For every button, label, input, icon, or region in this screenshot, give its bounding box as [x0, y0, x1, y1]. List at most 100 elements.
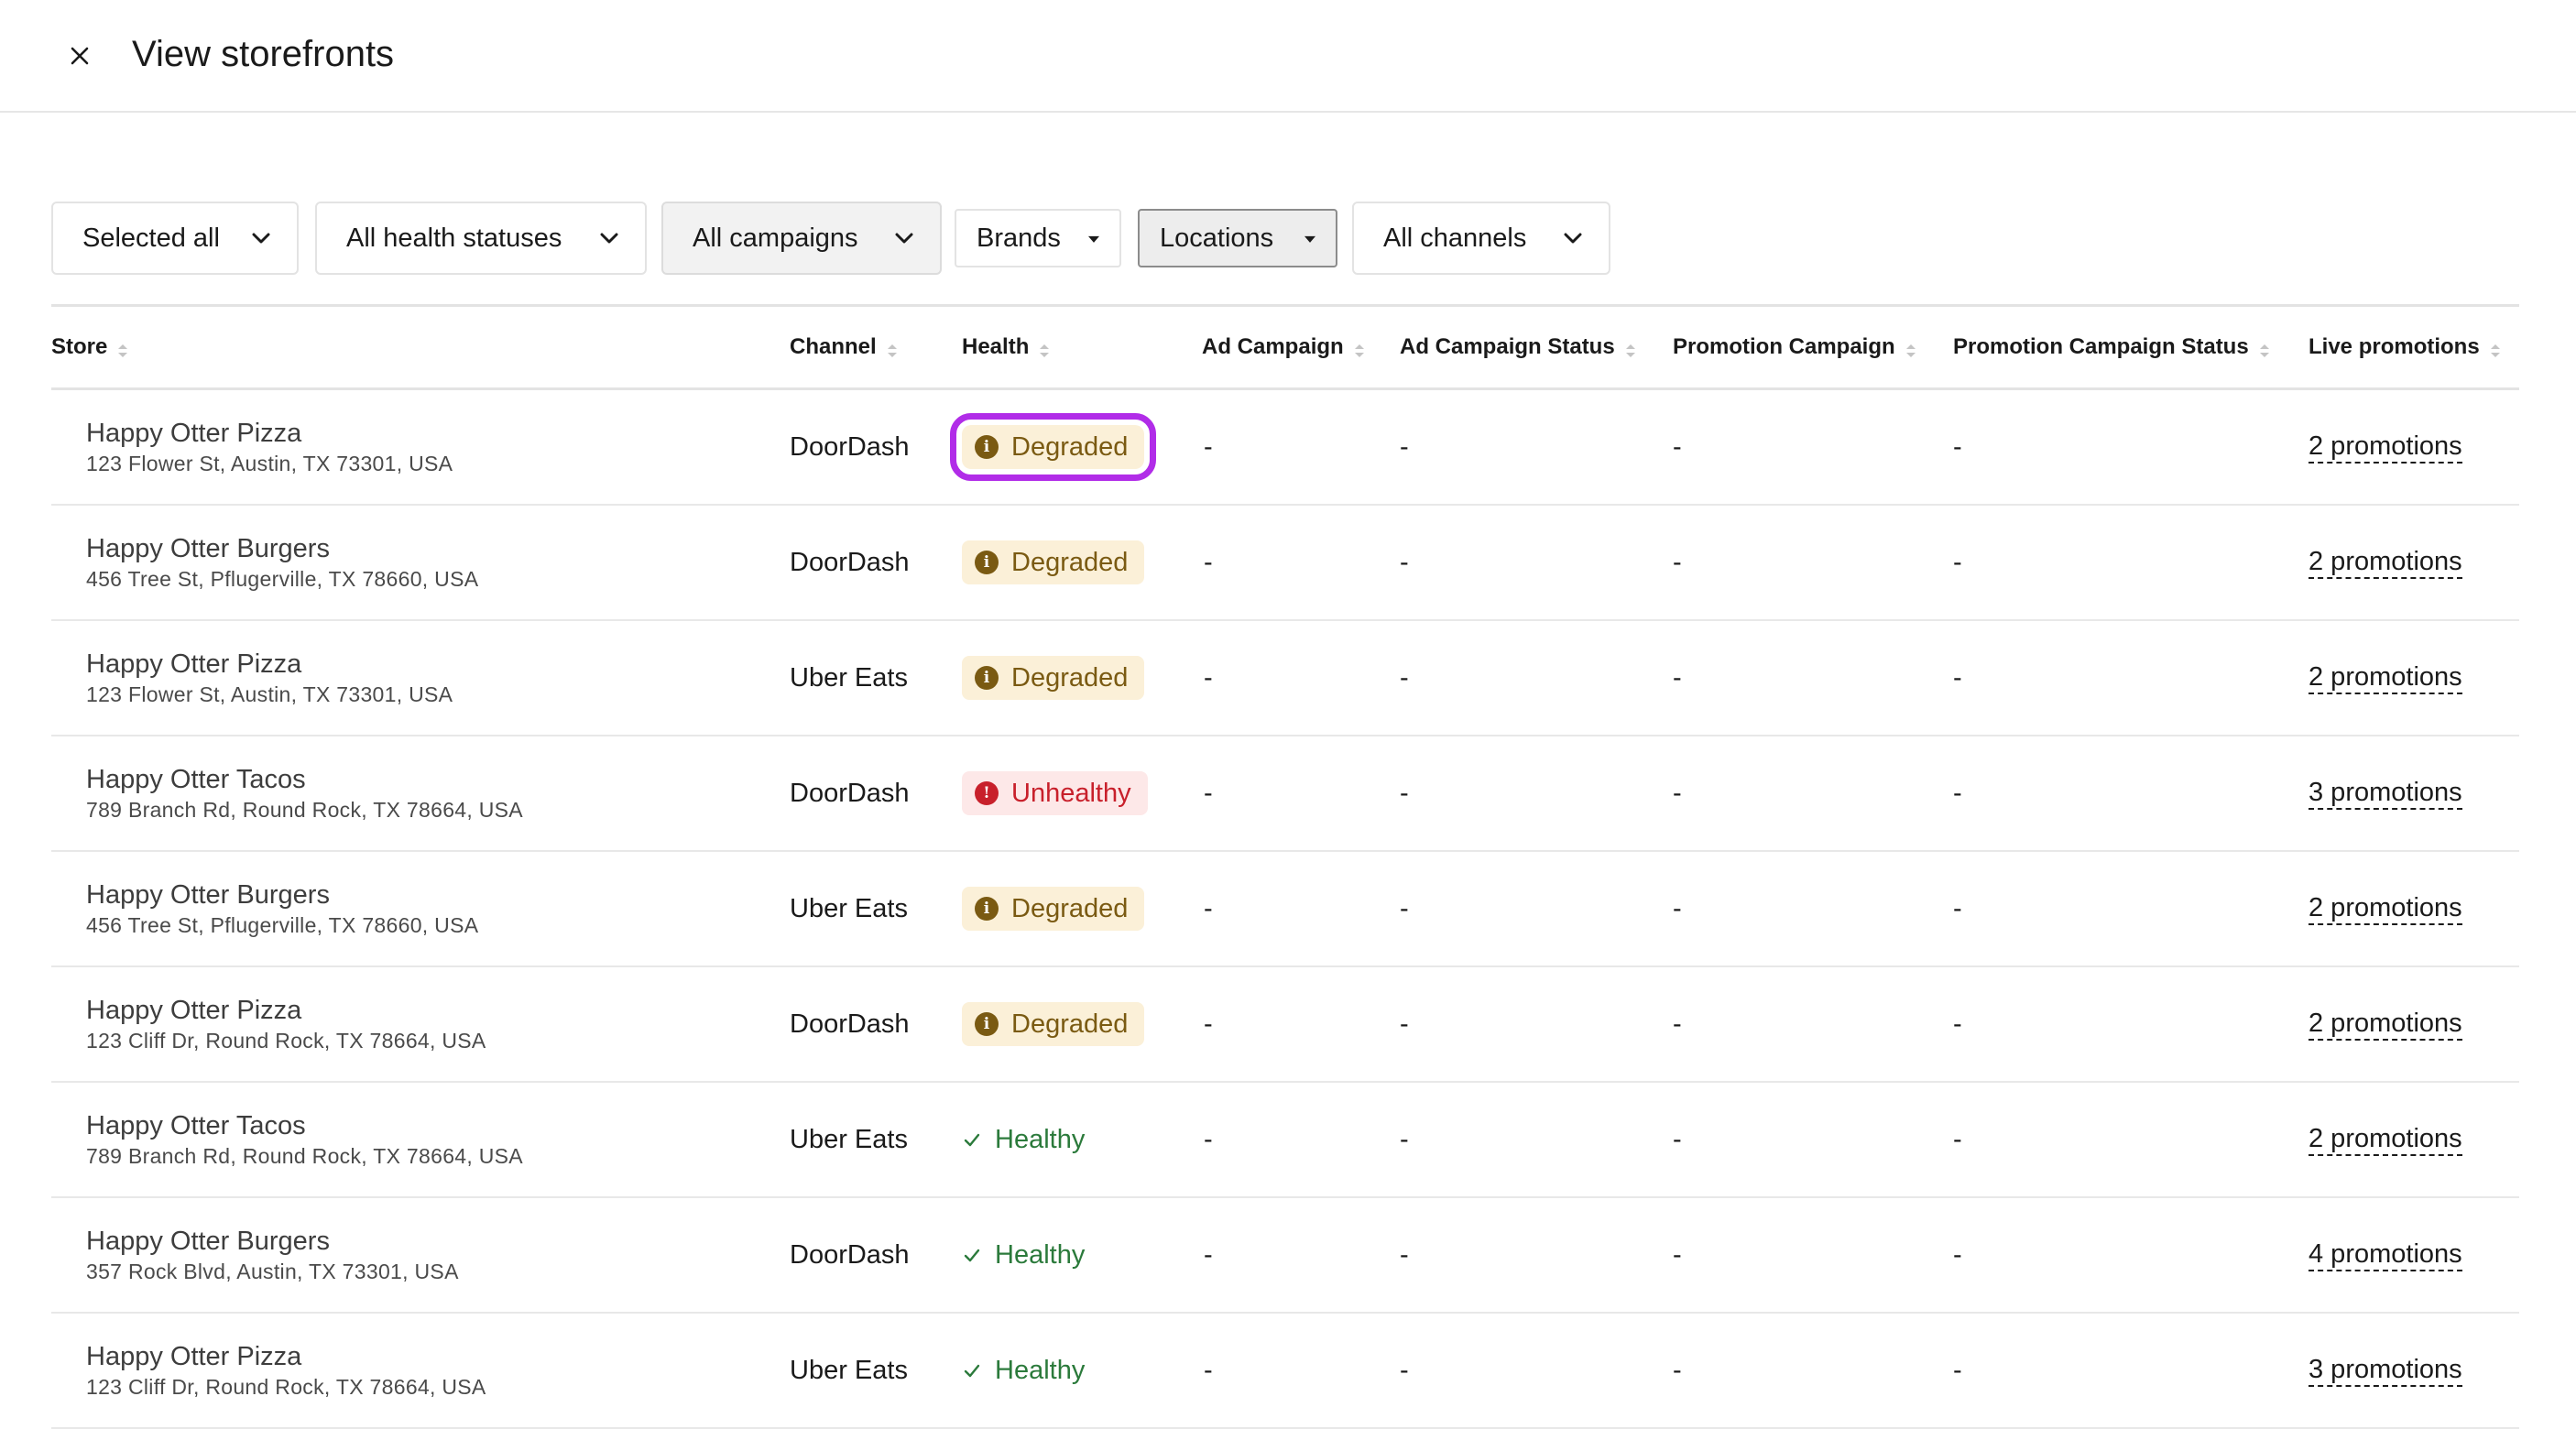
store-name: Happy Otter Burgers — [86, 534, 330, 563]
chevron-down-icon — [895, 233, 913, 244]
store-name: Happy Otter Pizza — [86, 1342, 302, 1371]
promotion-campaign-cell: - — [1673, 547, 1682, 577]
health-cell: i Degraded — [962, 967, 1145, 1081]
health-status-badge[interactable]: i Degraded — [962, 540, 1145, 584]
live-promotions-cell: 2 promotions — [2309, 1083, 2462, 1196]
column-header-channel[interactable]: Channel — [790, 307, 897, 387]
store-address: 456 Tree St, Pflugerville, TX 78660, USA — [86, 913, 479, 937]
column-header-health[interactable]: Health — [962, 307, 1050, 387]
promotion-campaign-status-cell: - — [1953, 893, 1962, 923]
live-promotions-link[interactable]: 3 promotions — [2309, 1354, 2462, 1387]
live-promotions-cell: 2 promotions — [2309, 852, 2462, 965]
ad-campaign-status-cell: - — [1400, 1355, 1409, 1385]
channel-cell: Uber Eats — [790, 662, 908, 693]
store-address: 123 Flower St, Austin, TX 73301, USA — [86, 452, 453, 475]
promotion-campaign-cell: - — [1673, 1009, 1682, 1039]
table-row[interactable]: Happy Otter Burgers 357 Rock Blvd, Austin… — [51, 1198, 2519, 1314]
table-row[interactable]: Happy Otter Tacos 789 Branch Rd, Round Ro… — [51, 1083, 2519, 1198]
store-cell: Happy Otter Tacos 789 Branch Rd, Round Ro… — [86, 736, 523, 850]
live-promotions-link[interactable]: 2 promotions — [2309, 892, 2462, 925]
store-cell: Happy Otter Pizza 123 Flower St, Austin, … — [86, 621, 453, 735]
ad-campaign-status-cell: - — [1400, 778, 1409, 808]
health-status-badge[interactable]: i Degraded — [962, 887, 1145, 931]
store-cell: Happy Otter Burgers 456 Tree St, Pflugerv… — [86, 506, 478, 619]
health-status-label: Healthy — [995, 1239, 1086, 1270]
live-promotions-cell: 2 promotions — [2309, 506, 2462, 619]
table-row[interactable]: Happy Otter Pizza 123 Flower St, Austin, … — [51, 390, 2519, 506]
promotion-campaign-status-cell: - — [1953, 431, 1962, 462]
sort-icon — [887, 344, 897, 357]
live-promotions-link[interactable]: 4 promotions — [2309, 1238, 2462, 1271]
store-cell: Happy Otter Pizza 123 Flower St, Austin, … — [86, 390, 453, 504]
table-row[interactable]: Happy Otter Burgers 456 Tree St, Pflugerv… — [51, 506, 2519, 621]
table-row[interactable]: Happy Otter Pizza 123 Flower St, Austin, … — [51, 621, 2519, 736]
ad-campaign-status-cell: - — [1400, 1009, 1409, 1039]
live-promotions-cell: 2 promotions — [2309, 390, 2462, 504]
sort-icon — [2490, 344, 2500, 357]
filter-channels[interactable]: All channels — [1352, 202, 1610, 275]
ad-campaign-cell: - — [1204, 1239, 1213, 1270]
health-cell: i Degraded — [949, 390, 1157, 504]
live-promotions-cell: 3 promotions — [2309, 1314, 2462, 1427]
promotion-campaign-cell: - — [1673, 431, 1682, 462]
column-header-ad-campaign[interactable]: Ad Campaign — [1202, 307, 1364, 387]
ad-campaign-status-cell: - — [1400, 1124, 1409, 1154]
health-status-label: Degraded — [1011, 431, 1129, 462]
live-promotions-link[interactable]: 2 promotions — [2309, 546, 2462, 579]
filter-label: Brands — [977, 223, 1061, 253]
store-name: Happy Otter Pizza — [86, 996, 302, 1025]
column-header-promotion-campaign[interactable]: Promotion Campaign — [1673, 307, 1916, 387]
channel-cell: Uber Eats — [790, 1124, 908, 1154]
ad-campaign-cell: - — [1204, 778, 1213, 808]
health-cell: i Degraded — [962, 852, 1145, 965]
filter-label: All campaigns — [693, 223, 858, 253]
column-header-live-promotions[interactable]: Live promotions — [2309, 307, 2500, 387]
health-status-badge[interactable]: i Degraded — [949, 413, 1157, 481]
channel-cell: Uber Eats — [790, 1355, 908, 1385]
column-header-promotion-campaign-status[interactable]: Promotion Campaign Status — [1953, 307, 2269, 387]
live-promotions-cell: 4 promotions — [2309, 1198, 2462, 1312]
table-row[interactable]: Happy Otter Pizza 123 Cliff Dr, Round Roc… — [51, 967, 2519, 1083]
close-button[interactable] — [60, 37, 99, 75]
live-promotions-link[interactable]: 3 promotions — [2309, 777, 2462, 810]
live-promotions-link[interactable]: 2 promotions — [2309, 1123, 2462, 1156]
column-header-store[interactable]: Store — [51, 307, 128, 387]
table-row[interactable]: Happy Otter Tacos 789 Branch Rd, Round Ro… — [51, 736, 2519, 852]
ad-campaign-cell: - — [1204, 1124, 1213, 1154]
health-status-badge[interactable]: Healthy — [962, 1233, 1101, 1277]
table-header: Store Channel Health Ad Campaign Ad Camp… — [51, 304, 2519, 390]
live-promotions-link[interactable]: 2 promotions — [2309, 431, 2462, 464]
promotion-campaign-cell: - — [1673, 778, 1682, 808]
info-icon: i — [975, 551, 999, 574]
health-status-badge[interactable]: Healthy — [962, 1118, 1101, 1162]
live-promotions-cell: 2 promotions — [2309, 621, 2462, 735]
health-status-badge[interactable]: ! Unhealthy — [962, 771, 1148, 815]
health-status-label: Unhealthy — [1011, 778, 1131, 808]
filter-locations[interactable]: Locations — [1138, 209, 1337, 267]
caret-down-icon — [1304, 235, 1315, 243]
filter-brands[interactable]: Brands — [955, 209, 1121, 267]
check-icon — [964, 1364, 980, 1378]
filter-health-status[interactable]: All health statuses — [315, 202, 647, 275]
health-status-label: Degraded — [1011, 893, 1129, 923]
health-status-badge[interactable]: Healthy — [962, 1348, 1101, 1392]
health-status-badge[interactable]: i Degraded — [962, 656, 1145, 700]
channel-cell: DoorDash — [790, 547, 910, 577]
store-cell: Happy Otter Pizza 123 Cliff Dr, Round Roc… — [86, 1314, 486, 1427]
column-header-ad-campaign-status[interactable]: Ad Campaign Status — [1400, 307, 1635, 387]
store-address: 357 Rock Blvd, Austin, TX 73301, USA — [86, 1260, 459, 1283]
chevron-down-icon — [252, 233, 270, 244]
promotion-campaign-status-cell: - — [1953, 547, 1962, 577]
promotion-campaign-status-cell: - — [1953, 1124, 1962, 1154]
health-status-label: Healthy — [995, 1124, 1086, 1154]
health-status-label: Degraded — [1011, 662, 1129, 693]
filter-campaigns[interactable]: All campaigns — [661, 202, 942, 275]
table-row[interactable]: Happy Otter Burgers 456 Tree St, Pflugerv… — [51, 852, 2519, 967]
table-row[interactable]: Happy Otter Pizza 123 Cliff Dr, Round Roc… — [51, 1314, 2519, 1429]
health-status-badge[interactable]: i Degraded — [962, 1002, 1145, 1046]
sort-icon — [1354, 344, 1364, 357]
live-promotions-link[interactable]: 2 promotions — [2309, 1008, 2462, 1041]
filter-selection[interactable]: Selected all — [51, 202, 299, 275]
column-label: Promotion Campaign — [1673, 334, 1895, 359]
live-promotions-link[interactable]: 2 promotions — [2309, 661, 2462, 694]
